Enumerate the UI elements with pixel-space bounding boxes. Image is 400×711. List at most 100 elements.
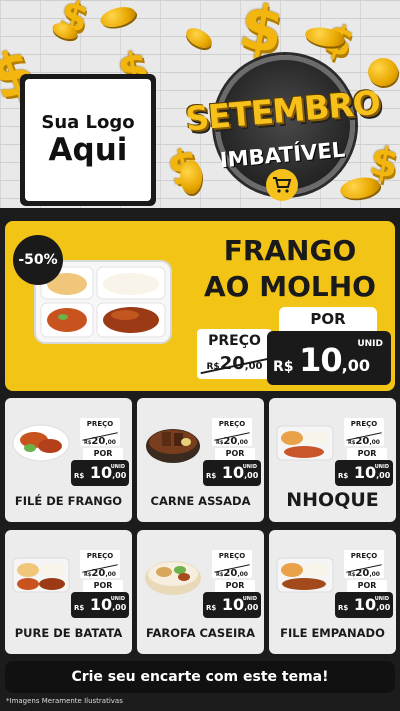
new-price-currency: R$	[74, 472, 85, 480]
new-price-integer: 10	[299, 341, 343, 379]
new-price-decimal: ,00	[244, 603, 259, 612]
old-price-decimal: ,00	[237, 439, 248, 446]
preco-label: PREÇO	[86, 420, 114, 428]
old-price-box: PREÇO R$20,00	[80, 418, 120, 448]
new-price-decimal: ,00	[341, 356, 370, 375]
por-label: POR	[83, 448, 123, 460]
new-price-decimal: ,00	[376, 471, 391, 480]
new-price-decimal: ,00	[112, 603, 127, 612]
new-price-currency: R$	[206, 604, 217, 612]
product-card: PREÇO R$20,00 POR UNID R$ 10,00 FAROFA CASEIR…	[137, 530, 264, 654]
gold-coin-icon	[182, 24, 216, 52]
old-price-box: PREÇO R$20,00	[197, 329, 272, 379]
hero-title: FRANGO AO MOLHO	[195, 233, 385, 305]
new-price-box: UNID R$ 10,00	[335, 460, 393, 486]
hero-title-line-2: AO MOLHO	[204, 270, 376, 303]
product-card: PREÇO R$20,00 POR UNID R$ 10,00 CARNE ASSADA	[137, 398, 264, 522]
new-price-currency: R$	[338, 472, 349, 480]
new-price-integer: 10	[89, 463, 113, 482]
por-label: POR	[347, 448, 387, 460]
old-price: R$20,00	[344, 561, 384, 580]
new-price-box: UNID R$ 10,00	[203, 460, 261, 486]
new-price-decimal: ,00	[112, 471, 127, 480]
logo-line-1: Sua Logo	[41, 111, 135, 133]
new-price-box: UNID R$ 10,00	[267, 331, 391, 385]
new-price-integer: 10	[353, 595, 377, 614]
logo-placeholder: Sua Logo Aqui	[20, 74, 156, 206]
new-price-decimal: ,00	[244, 471, 259, 480]
product-card: PREÇO R$20,00 POR UNID R$ 10,00 FILE EMPANADO	[269, 530, 396, 654]
old-price-decimal: ,00	[369, 439, 380, 446]
old-price-box: PREÇO R$20,00	[212, 418, 252, 448]
old-price-box: PREÇO R$20,00	[212, 550, 252, 580]
new-price-integer: 10	[221, 595, 245, 614]
old-price-box: PREÇO R$20,00	[344, 550, 384, 580]
dish-image	[145, 561, 201, 595]
new-price-box: UNID R$ 10,00	[71, 460, 129, 486]
hero-offer: -50% FRANGO AO MOLHO PREÇO R$20,00 POR U…	[5, 221, 395, 391]
header-banner: $ $ $ $ $ $ $ Sua Logo Aqui SETEMBRO IMB…	[0, 0, 400, 218]
por-label: POR	[83, 580, 123, 592]
old-price-box: PREÇO R$20,00	[80, 550, 120, 580]
new-price: R$ 10,00	[338, 595, 390, 614]
gold-coin-icon	[98, 3, 138, 31]
product-card: PREÇO R$20,00 POR UNID R$ 10,00 NHOQUE	[269, 398, 396, 522]
new-price: R$ 10,00	[273, 341, 370, 379]
new-price: R$ 10,00	[338, 463, 390, 482]
old-price-decimal: ,00	[105, 571, 116, 578]
new-price-integer: 10	[221, 463, 245, 482]
old-price: R$20,00	[80, 561, 120, 580]
dish-image	[276, 425, 334, 461]
por-label: POR	[215, 448, 255, 460]
product-name: CARNE ASSADA	[150, 494, 251, 508]
dish-image	[12, 424, 70, 462]
product-name: PURE DE BATATA	[14, 626, 123, 640]
preco-label: PREÇO	[208, 333, 261, 349]
old-price: R$20,00	[344, 429, 384, 448]
new-price-box: UNID R$ 10,00	[203, 592, 261, 618]
hero-title-line-1: FRANGO	[223, 234, 357, 267]
cta-banner[interactable]: Crie seu encarte com este tema!	[5, 661, 395, 693]
new-price-currency: R$	[206, 472, 217, 480]
product-name: FILE EMPANADO	[280, 626, 385, 640]
discount-badge: -50%	[13, 235, 63, 285]
product-name: FAROFA CASEIRA	[145, 626, 256, 640]
old-price: R$20,00	[80, 429, 120, 448]
old-price: R$20,00	[212, 429, 252, 448]
new-price-integer: 10	[353, 463, 377, 482]
product-card: PREÇO R$20,00 POR UNID R$ 10,00 FILÉ DE FRANG…	[5, 398, 132, 522]
old-price: R$20,00	[197, 353, 272, 375]
new-price-box: UNID R$ 10,00	[71, 592, 129, 618]
new-price-currency: R$	[338, 604, 349, 612]
new-price-integer: 10	[89, 595, 113, 614]
por-label: POR	[347, 580, 387, 592]
preco-label: PREÇO	[86, 552, 114, 560]
old-price-decimal: ,00	[369, 571, 380, 578]
old-price: R$20,00	[212, 561, 252, 580]
new-price-currency: R$	[273, 359, 294, 375]
logo-line-2: Aqui	[48, 131, 128, 168]
por-label: POR	[279, 307, 377, 331]
campaign-badge: SETEMBRO IMBATÍVEL	[180, 55, 385, 205]
dish-image	[276, 557, 334, 593]
new-price-currency: R$	[74, 604, 85, 612]
product-name: NHOQUE	[286, 489, 379, 511]
shopping-cart-icon	[266, 169, 298, 201]
new-price-decimal: ,00	[376, 603, 391, 612]
preco-label: PREÇO	[218, 552, 246, 560]
new-price: R$ 10,00	[74, 595, 126, 614]
new-price: R$ 10,00	[206, 463, 258, 482]
old-price-decimal: ,00	[237, 571, 248, 578]
old-price-decimal: ,00	[105, 439, 116, 446]
old-price-box: PREÇO R$20,00	[344, 418, 384, 448]
preco-label: PREÇO	[350, 552, 378, 560]
product-name: FILÉ DE FRANGO	[14, 494, 123, 508]
new-price-box: UNID R$ 10,00	[335, 592, 393, 618]
dish-image	[12, 557, 70, 593]
dish-image	[146, 429, 200, 463]
product-card: PREÇO R$20,00 POR UNID R$ 10,00 PURE DE BATAT…	[5, 530, 132, 654]
preco-label: PREÇO	[350, 420, 378, 428]
disclaimer-text: *Imagens Meramente Ilustrativas	[6, 697, 123, 705]
new-price: R$ 10,00	[206, 595, 258, 614]
new-price: R$ 10,00	[74, 463, 126, 482]
